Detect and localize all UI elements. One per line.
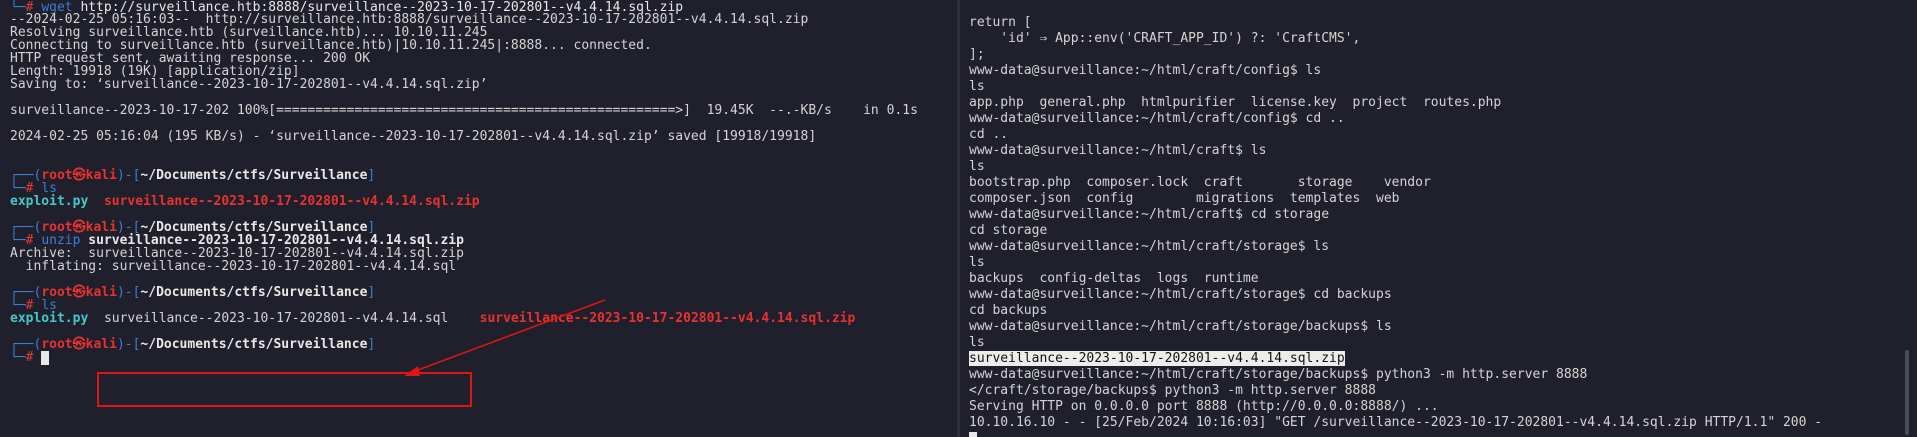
output-line: 'id' ⇒ App::env('CRAFT_APP_ID') ?: 'Craf… [969,31,1361,46]
scrollbar[interactable] [1905,350,1909,435]
output-line: www-data@surveillance:~/html/craft/confi… [969,111,1345,126]
output-line: backups config-deltas logs runtime [969,271,1259,286]
input-prompt-line[interactable] [969,431,977,437]
output-line: ls [969,159,985,174]
right-terminal-pane[interactable]: return [ 'id' ⇒ App::env('CRAFT_APP_ID')… [960,0,1917,437]
output-line: return [ [969,15,1032,30]
output-line: cd backups [969,303,1048,318]
output-line: www-data@surveillance:~/html/craft/stora… [969,319,1392,334]
output-line: www-data@surveillance:~/html/craft/stora… [969,367,1588,382]
output-line: cd .. [969,127,1009,142]
output-line: www-data@surveillance:~/html/craft$ ls [969,143,1267,158]
output-line: cd storage [969,223,1048,238]
selected-filename-line[interactable]: surveillance--2023-10-17-202801--v4.4.14… [969,351,1345,367]
output-line: 10.10.16.10 - - [25/Feb/2024 10:16:03] "… [969,415,1823,430]
output-line: ls [969,79,985,94]
output-line: composer.json config migrations template… [969,191,1400,206]
selected-text: surveillance--2023-10-17-202801--v4.4.14… [969,351,1345,366]
output-line: www-data@surveillance:~/html/craft/stora… [969,239,1330,254]
output-line: ]; [969,47,985,62]
output-line: www-data@surveillance:~/html/craft/stora… [969,287,1392,302]
output-line: ls [969,335,985,350]
output-line: </craft/storage/backups$ python3 -m http… [969,383,1376,398]
output-line: ls [969,255,985,270]
output-line: www-data@surveillance:~/html/craft$ cd s… [969,207,1330,222]
output-line: www-data@surveillance:~/html/craft/confi… [969,63,1322,78]
terminal-cursor [969,431,977,437]
output-line: Serving HTTP on 0.0.0.0 port 8888 (http:… [969,399,1439,414]
output-line: bootstrap.php composer.lock craft storag… [969,175,1431,190]
annotation-arrow [404,299,606,376]
output-line: app.php general.php htmlpurifier license… [969,95,1502,110]
left-terminal-pane[interactable]: └─# wget http://surveillance.htb:8888/su… [0,0,957,437]
